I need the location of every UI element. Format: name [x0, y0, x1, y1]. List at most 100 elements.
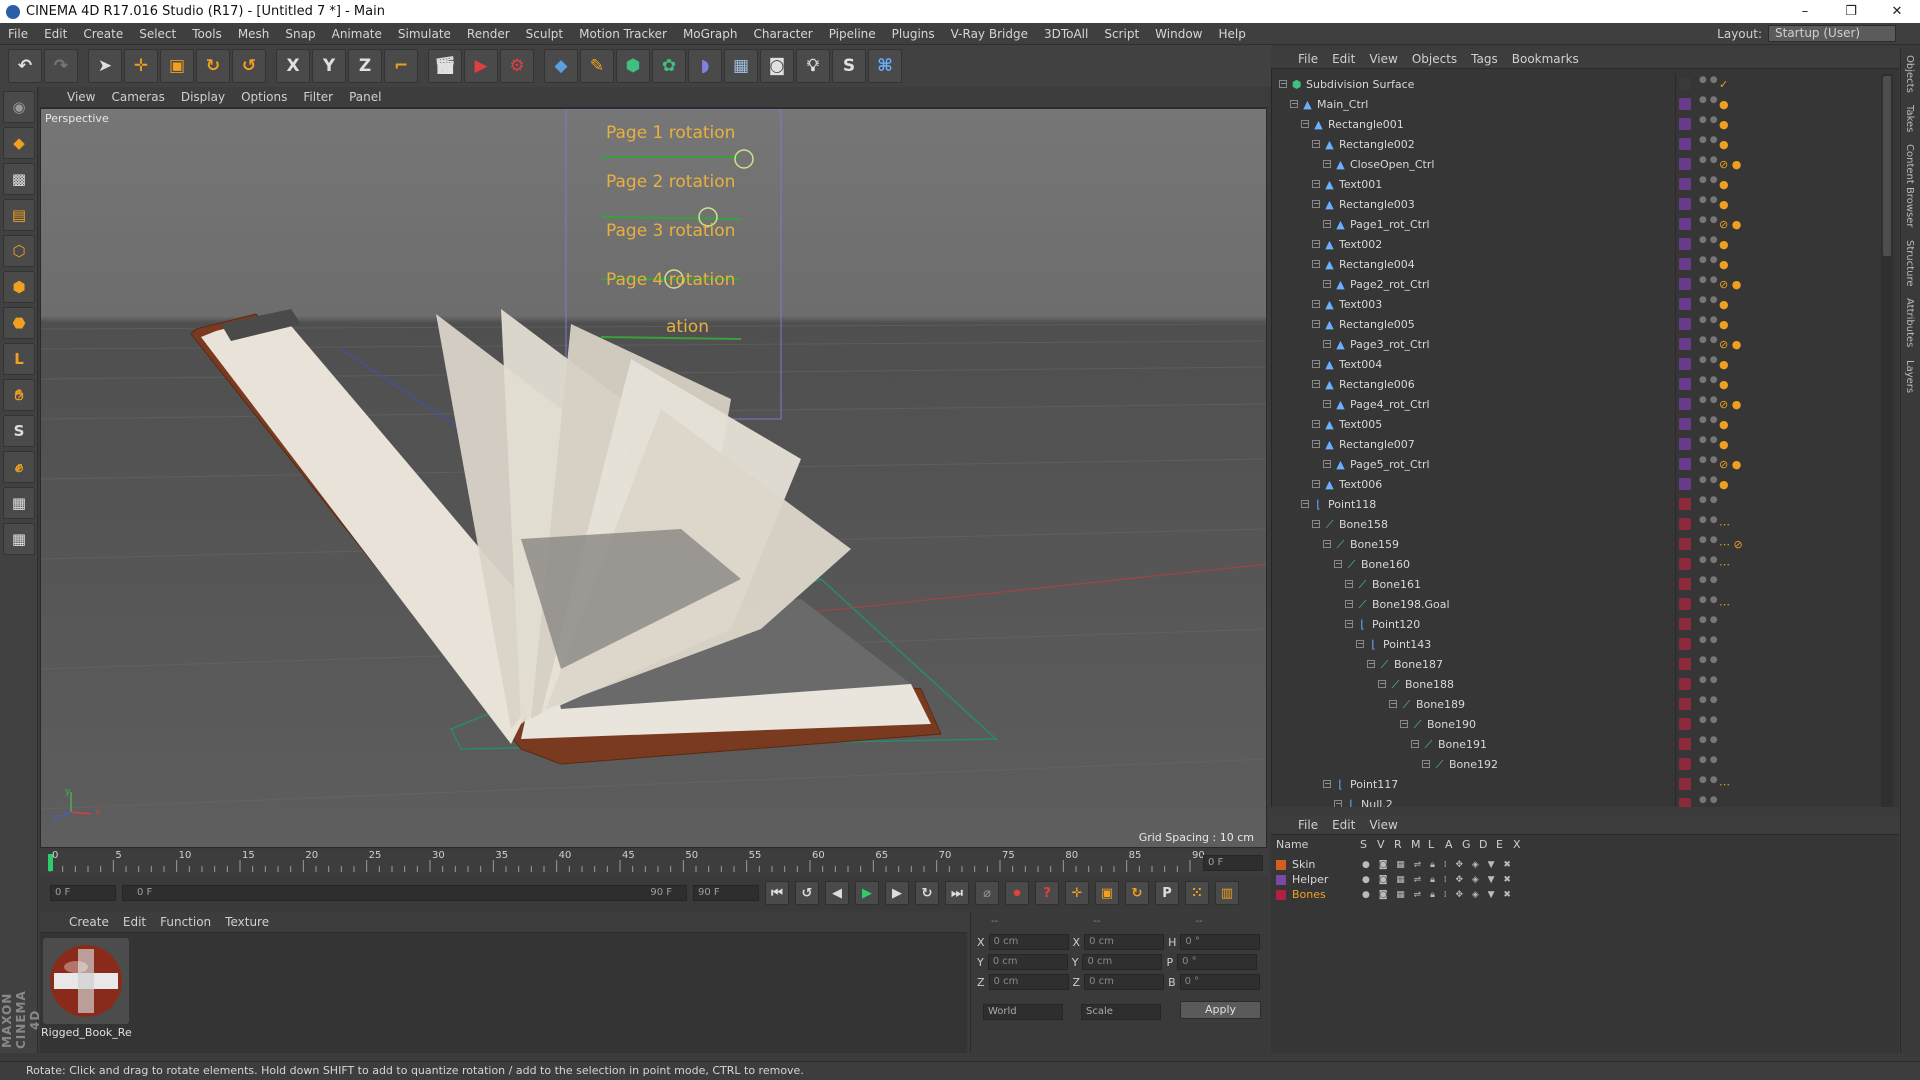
menu-mesh[interactable]: Mesh: [230, 27, 278, 41]
undo-icon[interactable]: ↶: [8, 49, 42, 83]
object-row[interactable]: − ⟋ Bone191 ● ●: [1271, 734, 1881, 754]
object-row[interactable]: − ⌊ Null.2 ● ●: [1271, 794, 1881, 807]
object-tags[interactable]: ●: [1719, 318, 1729, 331]
menu-select[interactable]: Select: [131, 27, 184, 41]
object-row[interactable]: − ⟋ Bone189 ● ●: [1271, 694, 1881, 714]
object-tags[interactable]: ●: [1719, 138, 1729, 151]
z-axis-icon[interactable]: Z: [348, 49, 382, 83]
object-name[interactable]: Text002: [1339, 238, 1382, 251]
x-axis-icon[interactable]: X: [276, 49, 310, 83]
object-manager-column-divider[interactable]: [1675, 74, 1676, 807]
visibility-dots-icon[interactable]: ● ●: [1699, 516, 1718, 525]
layer-color-swatch[interactable]: [1679, 338, 1691, 350]
object-name[interactable]: Page3_rot_Ctrl: [1350, 338, 1430, 351]
object-name[interactable]: Bone158: [1339, 518, 1388, 531]
menu-file[interactable]: File: [0, 27, 36, 41]
object-name[interactable]: Page2_rot_Ctrl: [1350, 278, 1430, 291]
object-tags[interactable]: ●: [1719, 478, 1729, 491]
object-row[interactable]: − ▲ Text004 ● ● ●: [1271, 354, 1881, 374]
layer-color-swatch[interactable]: [1679, 138, 1691, 150]
object-menu-file[interactable]: File: [1291, 52, 1325, 66]
apply-button[interactable]: Apply: [1180, 1001, 1261, 1019]
tree-expander-icon[interactable]: −: [1345, 600, 1353, 608]
layer-color-swatch[interactable]: [1679, 158, 1691, 170]
visibility-dots-icon[interactable]: ● ●: [1699, 776, 1718, 785]
visibility-dots-icon[interactable]: ● ●: [1699, 356, 1718, 365]
object-tags[interactable]: ●: [1719, 98, 1729, 111]
object-tags[interactable]: ⊘ ●: [1719, 158, 1741, 171]
menu-pipeline[interactable]: Pipeline: [821, 27, 884, 41]
position-key-icon[interactable]: ✛: [1065, 881, 1089, 905]
restore-button[interactable]: ❐: [1828, 4, 1874, 19]
coordinate-system-icon[interactable]: ⌐: [384, 49, 418, 83]
material-name[interactable]: Rigged_Book_Re: [41, 1026, 133, 1039]
axis-mode-icon[interactable]: L: [3, 343, 35, 375]
preview-range-slider[interactable]: 0 F 90 F: [122, 885, 687, 901]
visibility-dots-icon[interactable]: ● ●: [1699, 136, 1718, 145]
menu-motion-tracker[interactable]: Motion Tracker: [571, 27, 675, 41]
object-name[interactable]: Point120: [1372, 618, 1420, 631]
parameter-key-icon[interactable]: P: [1155, 881, 1179, 905]
object-row[interactable]: − ▲ Text006 ● ● ●: [1271, 474, 1881, 494]
layer-menu-edit[interactable]: Edit: [1325, 818, 1362, 832]
visibility-dots-icon[interactable]: ● ●: [1699, 256, 1718, 265]
menu-v-ray-bridge[interactable]: V-Ray Bridge: [943, 27, 1036, 41]
tree-expander-icon[interactable]: −: [1312, 240, 1320, 248]
object-row[interactable]: − ⟋ Bone187 ● ●: [1271, 654, 1881, 674]
layer-column-g[interactable]: G: [1462, 838, 1479, 854]
layer-color-swatch[interactable]: [1679, 238, 1691, 250]
visibility-dots-icon[interactable]: ● ●: [1699, 316, 1718, 325]
visibility-dots-icon[interactable]: ● ●: [1699, 196, 1718, 205]
layer-name[interactable]: Helper: [1292, 873, 1362, 886]
visibility-dots-icon[interactable]: ● ●: [1699, 696, 1718, 705]
layer-color-swatch[interactable]: [1679, 778, 1691, 790]
tree-expander-icon[interactable]: −: [1389, 700, 1397, 708]
tree-expander-icon[interactable]: −: [1323, 220, 1331, 228]
coord-position-field[interactable]: 0 cm: [987, 954, 1068, 970]
menu-window[interactable]: Window: [1147, 27, 1210, 41]
tree-expander-icon[interactable]: −: [1345, 620, 1353, 628]
layer-name[interactable]: Skin: [1292, 858, 1362, 871]
go-to-start-icon[interactable]: ⏮: [765, 881, 789, 905]
tree-expander-icon[interactable]: −: [1312, 320, 1320, 328]
tree-expander-icon[interactable]: −: [1279, 80, 1287, 88]
object-name[interactable]: Rectangle005: [1339, 318, 1415, 331]
side-tab-layers[interactable]: Layers: [1901, 354, 1915, 399]
previous-frame-icon[interactable]: ◀: [825, 881, 849, 905]
light-icon[interactable]: 💡︎: [796, 49, 830, 83]
layer-row[interactable]: Skin ● ◙ ▦ ⇌ 🔒︎ ⁞ ✥ ◈ ▼ ✖: [1276, 857, 1514, 872]
object-name[interactable]: Bone160: [1361, 558, 1410, 571]
object-name[interactable]: Text005: [1339, 418, 1382, 431]
locked-workplane-icon[interactable]: ▦: [3, 487, 35, 519]
visibility-dots-icon[interactable]: ● ●: [1699, 496, 1718, 505]
side-tab-objects[interactable]: Objects: [1901, 49, 1915, 99]
object-row[interactable]: − ▲ Page2_rot_Ctrl ● ● ⊘ ●: [1271, 274, 1881, 294]
object-name[interactable]: Rectangle003: [1339, 198, 1415, 211]
object-name[interactable]: Rectangle004: [1339, 258, 1415, 271]
planar-workplane-icon[interactable]: ▦: [3, 523, 35, 555]
edit-render-settings-icon[interactable]: ⚙: [500, 49, 534, 83]
visibility-dots-icon[interactable]: ● ●: [1699, 556, 1718, 565]
go-to-next-key-icon[interactable]: ↻: [915, 881, 939, 905]
layer-color-swatch[interactable]: [1679, 418, 1691, 430]
object-menu-tags[interactable]: Tags: [1464, 52, 1505, 66]
menu-simulate[interactable]: Simulate: [390, 27, 459, 41]
object-name[interactable]: Bone161: [1372, 578, 1421, 591]
make-editable-icon[interactable]: ◉: [3, 91, 35, 123]
side-tab-attributes[interactable]: Attributes: [1901, 292, 1915, 353]
layout-dropdown[interactable]: Startup (User): [1768, 25, 1896, 42]
layer-column-a[interactable]: A: [1445, 838, 1462, 854]
visibility-dots-icon[interactable]: ● ●: [1699, 736, 1718, 745]
object-name[interactable]: Page1_rot_Ctrl: [1350, 218, 1430, 231]
layer-color-swatch[interactable]: [1679, 478, 1691, 490]
object-tags[interactable]: ✓: [1719, 78, 1728, 91]
play-icon[interactable]: ▶: [855, 881, 879, 905]
layer-row[interactable]: Helper ● ◙ ▦ ⇌ 🔒︎ ⁞ ✥ ◈ ▼ ✖: [1276, 872, 1514, 887]
object-row[interactable]: − ▲ Rectangle003 ● ● ●: [1271, 194, 1881, 214]
object-name[interactable]: Point118: [1328, 498, 1376, 511]
menu-snap[interactable]: Snap: [277, 27, 323, 41]
menu-character[interactable]: Character: [745, 27, 820, 41]
layer-color-swatch[interactable]: [1276, 874, 1286, 885]
render-picture-viewer-icon[interactable]: ▶: [464, 49, 498, 83]
object-name[interactable]: Text001: [1339, 178, 1382, 191]
